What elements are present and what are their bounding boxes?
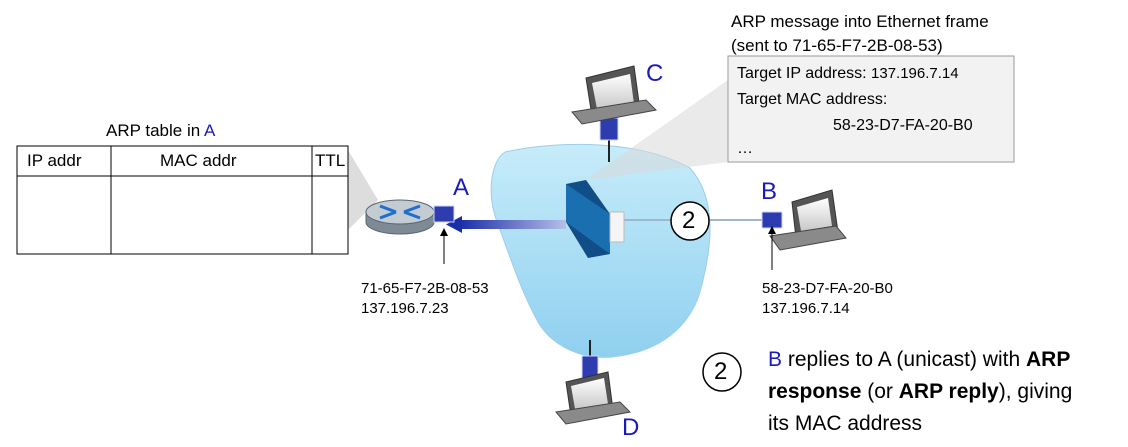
step-bold1: ARP <box>1025 348 1071 371</box>
node-a-ip: 137.196.7.23 <box>361 300 449 317</box>
step-text3: ), giving <box>998 380 1073 403</box>
node-b-mac: 58-23-D7-FA-20-B0 <box>762 280 893 297</box>
step-description-line1: B replies to A (unicast) with ARP <box>768 344 1072 376</box>
message-caption: ARP message into Ethernet frame (sent to… <box>731 10 989 58</box>
column-ttl: TTL <box>315 151 346 170</box>
step-number-legend: 2 <box>714 358 728 385</box>
target-mac-value: 58-23-D7-FA-20-B0 <box>833 117 973 134</box>
step-text1: replies to A (unicast) with <box>787 348 1021 371</box>
node-a-label: A <box>453 174 470 201</box>
target-ip-value: 137.196.7.14 <box>871 65 959 82</box>
step-node: B <box>768 348 783 371</box>
arp-table-title: ARP table in A <box>106 121 215 141</box>
message-caption-line1: ARP message into Ethernet frame <box>731 12 989 31</box>
target-mac-label: Target MAC address: <box>737 91 888 108</box>
message-ellipsis: … <box>737 140 753 157</box>
node-a-address: 71-65-F7-2B-08-53 137.196.7.23 <box>361 279 489 319</box>
arp-table-title-node: A <box>204 121 216 140</box>
arp-table-title-prefix: ARP table in <box>106 121 201 140</box>
step-bold3: ARP reply <box>898 380 999 403</box>
step-description-line3: its MAC address <box>768 412 923 435</box>
target-ip-line: Target IP address: 137.196.7.14 <box>737 65 959 83</box>
node-d-label: D <box>622 414 640 441</box>
node-b-ip: 137.196.7.14 <box>762 300 850 317</box>
target-ip-label: Target IP address: <box>737 65 867 82</box>
step-description: B replies to A (unicast) with ARP respon… <box>768 344 1072 440</box>
step-number-diagram: 2 <box>682 207 696 234</box>
node-c-label: C <box>646 60 664 87</box>
column-mac-addr: MAC addr <box>160 151 237 170</box>
column-ip-addr: IP addr <box>27 151 82 170</box>
pointer-a-head <box>440 228 448 236</box>
step-description-line2: response (or ARP reply), giving <box>768 376 1072 408</box>
pc-c-icon <box>571 65 658 141</box>
node-b-label: B <box>761 178 778 205</box>
node-b-address: 58-23-D7-FA-20-B0 137.196.7.14 <box>762 279 893 319</box>
step-bold2: response <box>768 380 862 403</box>
step-text2: (or <box>867 380 893 403</box>
message-caption-line2: (sent to 71-65-F7-2B-08-53) <box>731 36 943 55</box>
router-a-icon <box>365 199 455 235</box>
node-a-mac: 71-65-F7-2B-08-53 <box>361 280 489 297</box>
pc-d-icon <box>555 355 632 425</box>
